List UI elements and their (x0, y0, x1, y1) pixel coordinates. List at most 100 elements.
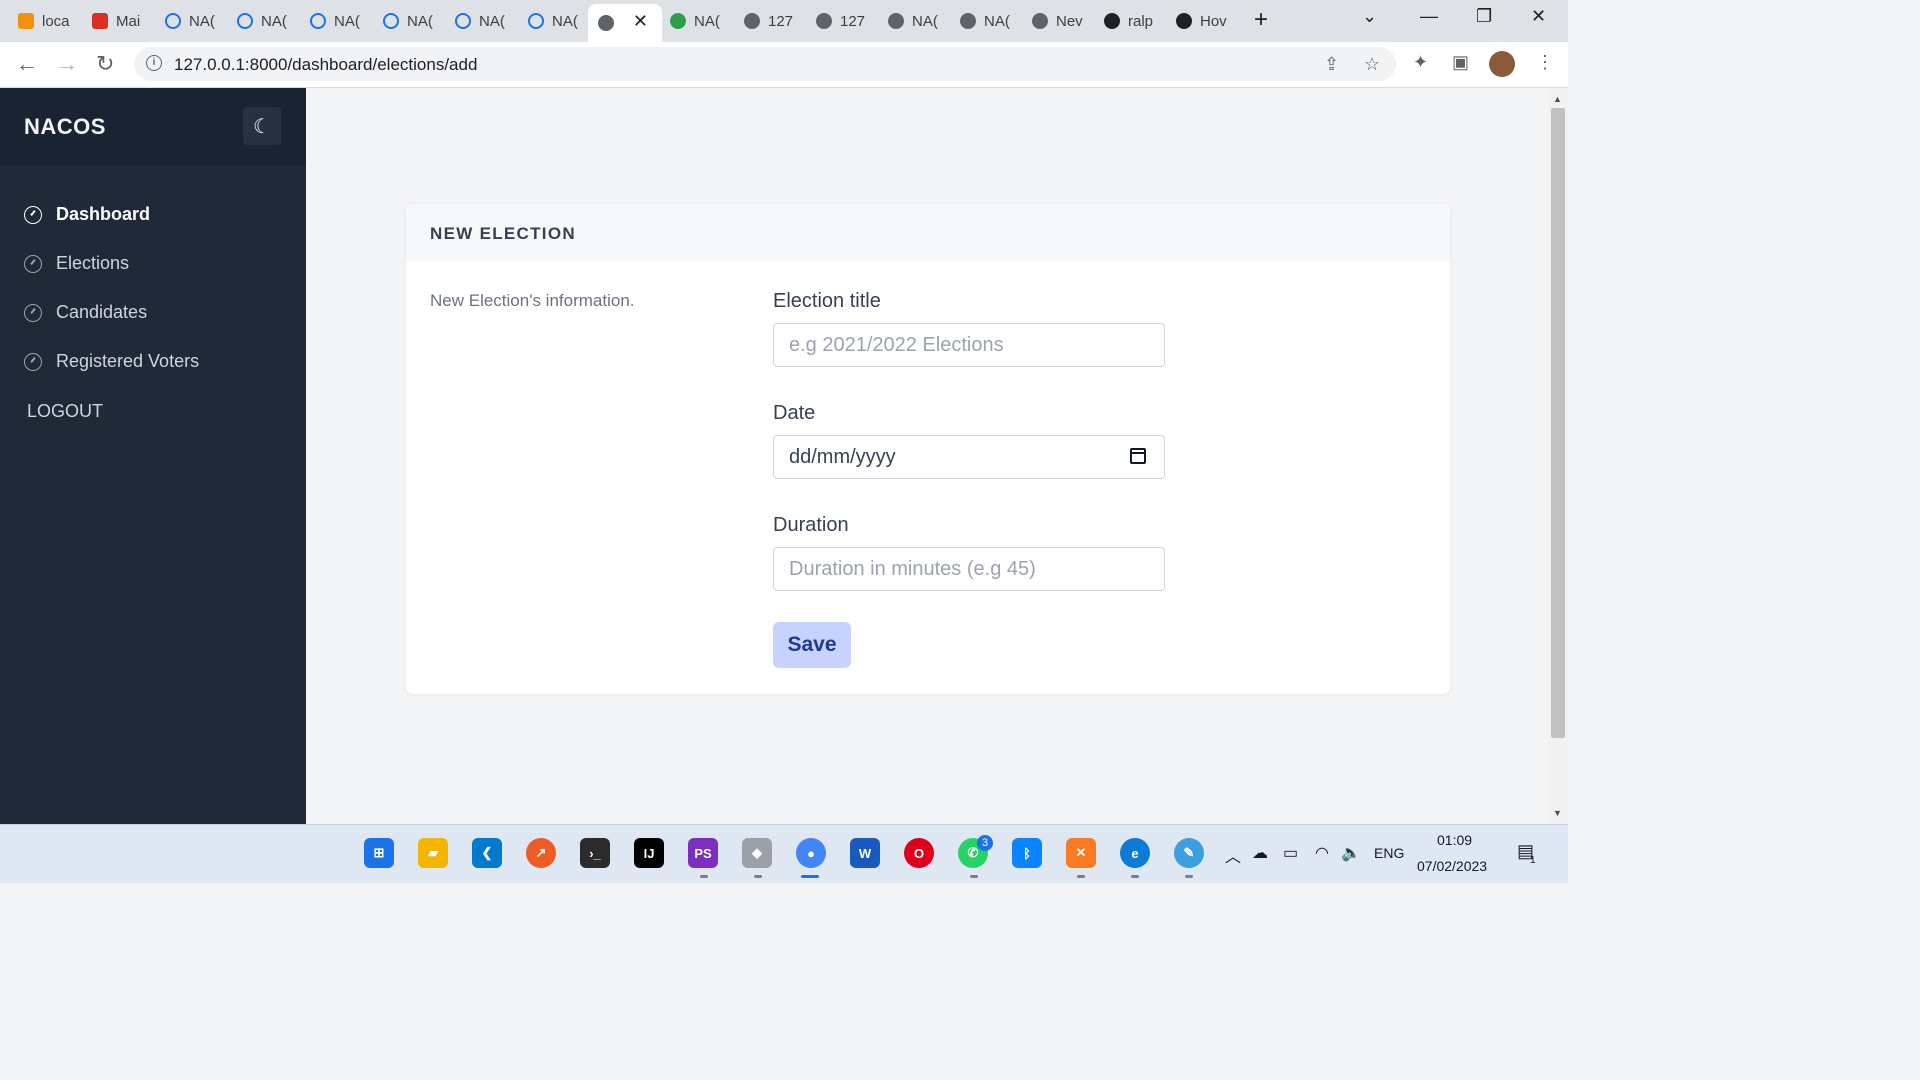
browser-tab[interactable]: NA( (237, 4, 299, 38)
menu-kebab-icon[interactable]: ⋮ (1536, 52, 1554, 73)
show-hidden-icons-icon[interactable]: ︿ (1225, 843, 1241, 867)
paint-icon[interactable]: ✎ (1174, 838, 1204, 868)
election-title-label: Election title (773, 290, 881, 312)
card-header: NEW ELECTION (406, 204, 1450, 262)
date-input[interactable]: dd/mm/yyyy (773, 435, 1165, 479)
intellij-icon[interactable]: IJ (634, 838, 664, 868)
back-icon[interactable]: ← (16, 51, 38, 77)
browser-tab[interactable]: loca (18, 4, 80, 38)
card-description: New Election's information. (430, 291, 635, 310)
browser-tab[interactable]: NA( (670, 4, 732, 38)
browser-tab[interactable]: Mai (92, 4, 154, 38)
language-indicator[interactable]: ENG (1374, 845, 1404, 861)
running-indicator (1077, 875, 1085, 878)
side-panel-icon[interactable]: ▣ (1452, 52, 1469, 73)
postman-icon[interactable]: ↗ (526, 838, 556, 868)
sidebar-item-candidates[interactable]: Candidates (24, 302, 147, 323)
browser-tab[interactable]: NA( (528, 4, 590, 38)
onedrive-icon[interactable]: ☁ (1252, 843, 1268, 863)
site-info-icon[interactable]: i (146, 55, 162, 71)
file-explorer-icon[interactable]: ▰ (418, 838, 448, 868)
card-title: NEW ELECTION (430, 224, 576, 243)
browser-tab[interactable]: ralp (1104, 4, 1166, 38)
tab-label: Hov (1200, 12, 1227, 30)
chrome-icon[interactable]: ● (796, 838, 826, 868)
globe-icon (598, 15, 614, 31)
minimize-icon[interactable]: — (1420, 6, 1438, 27)
save-button[interactable]: Save (773, 622, 851, 668)
tab-label: NA( (407, 12, 433, 30)
bookmark-star-icon[interactable]: ☆ (1364, 54, 1380, 75)
brand-logo[interactable]: NACOS (24, 114, 106, 140)
page-scrollbar[interactable]: ▲ ▼ (1548, 88, 1568, 824)
new-tab-button[interactable]: + (1254, 6, 1268, 34)
sidebar-item-dashboard[interactable]: Dashboard (24, 204, 150, 225)
pma-icon (18, 13, 34, 29)
windows-start-icon[interactable]: ⊞ (364, 838, 394, 868)
browser-tab[interactable]: NA( (888, 4, 950, 38)
gitkraken-icon[interactable]: ◆ (742, 838, 772, 868)
theme-toggle-button[interactable]: ☾ (243, 107, 281, 145)
tab-label: NA( (189, 12, 215, 30)
extensions-icon[interactable]: ✦ (1413, 52, 1428, 73)
active-indicator (801, 875, 819, 878)
duration-input[interactable]: Duration in minutes (e.g 45) (773, 547, 1165, 591)
forward-icon[interactable]: → (56, 51, 78, 77)
restore-icon[interactable]: ❐ (1476, 6, 1492, 27)
date-placeholder: dd/mm/yyyy (789, 445, 896, 468)
close-tab-icon[interactable]: ✕ (633, 11, 648, 32)
browser-tab[interactable]: NA( (165, 4, 227, 38)
running-indicator (700, 875, 708, 878)
tab-search-icon[interactable]: ⌄ (1362, 6, 1377, 27)
reload-icon[interactable]: ↻ (96, 51, 114, 77)
sidebar-item-elections[interactable]: Elections (24, 253, 129, 274)
browser-tab-active[interactable]: ✕ (588, 4, 662, 42)
phpstorm-icon[interactable]: PS (688, 838, 718, 868)
browser-tab[interactable]: NA( (960, 4, 1022, 38)
bluetooth-icon[interactable]: ᛒ (1012, 838, 1042, 868)
globe-icon (744, 13, 760, 29)
close-window-icon[interactable]: ✕ (1531, 6, 1546, 27)
clock-date[interactable]: 07/02/2023 (1417, 858, 1487, 874)
running-indicator (1131, 875, 1139, 878)
sidebar-item-label: Candidates (56, 302, 148, 322)
browser-tab[interactable]: Hov (1176, 4, 1238, 38)
address-bar[interactable]: i 127.0.0.1:8000/dashboard/elections/add… (134, 47, 1396, 81)
word-icon[interactable]: W (850, 838, 880, 868)
gauge-icon (24, 303, 42, 322)
edge-icon[interactable]: e (1120, 838, 1150, 868)
vscode-icon[interactable]: ❮ (472, 838, 502, 868)
shield-icon (670, 13, 686, 29)
logout-link[interactable]: LOGOUT (27, 401, 103, 422)
gauge-icon (24, 254, 42, 273)
browser-tab[interactable]: 127 (816, 4, 878, 38)
running-indicator (970, 875, 978, 878)
terminal-icon[interactable]: ›_ (580, 838, 610, 868)
opera-icon[interactable]: O (904, 838, 934, 868)
browser-tab[interactable]: NA( (455, 4, 517, 38)
calendar-icon[interactable] (1130, 448, 1146, 464)
running-indicator (1185, 875, 1193, 878)
wifi-icon[interactable]: ◠ (1315, 843, 1329, 863)
url-text[interactable]: 127.0.0.1:8000/dashboard/elections/add (174, 55, 477, 75)
gauge-icon (24, 352, 42, 371)
browser-tab[interactable]: NA( (383, 4, 445, 38)
xampp-icon[interactable]: ✕ (1066, 838, 1096, 868)
election-title-input[interactable]: e.g 2021/2022 Elections (773, 323, 1165, 367)
sidebar-item-registered-voters[interactable]: Registered Voters (24, 351, 199, 372)
browser-tab[interactable]: 127 (744, 4, 806, 38)
scroll-thumb[interactable] (1551, 108, 1565, 738)
share-icon[interactable]: ⇪ (1324, 54, 1339, 75)
tab-label: Nev (1056, 12, 1083, 30)
browser-tab[interactable]: NA( (310, 4, 372, 38)
scroll-up-icon[interactable]: ▲ (1553, 94, 1562, 104)
sidebar-item-label: Registered Voters (56, 351, 200, 371)
browser-tab[interactable]: Nev (1032, 4, 1094, 38)
profile-avatar[interactable] (1489, 51, 1515, 77)
scroll-down-icon[interactable]: ▼ (1553, 808, 1562, 818)
volume-icon[interactable]: 🔈 (1341, 843, 1361, 863)
clock-time[interactable]: 01:09 (1437, 832, 1472, 848)
battery-icon[interactable]: ▭ (1283, 843, 1298, 863)
loading-ring-icon (237, 13, 253, 29)
browser-toolbar: ← → ↻ i 127.0.0.1:8000/dashboard/electio… (0, 42, 1568, 88)
